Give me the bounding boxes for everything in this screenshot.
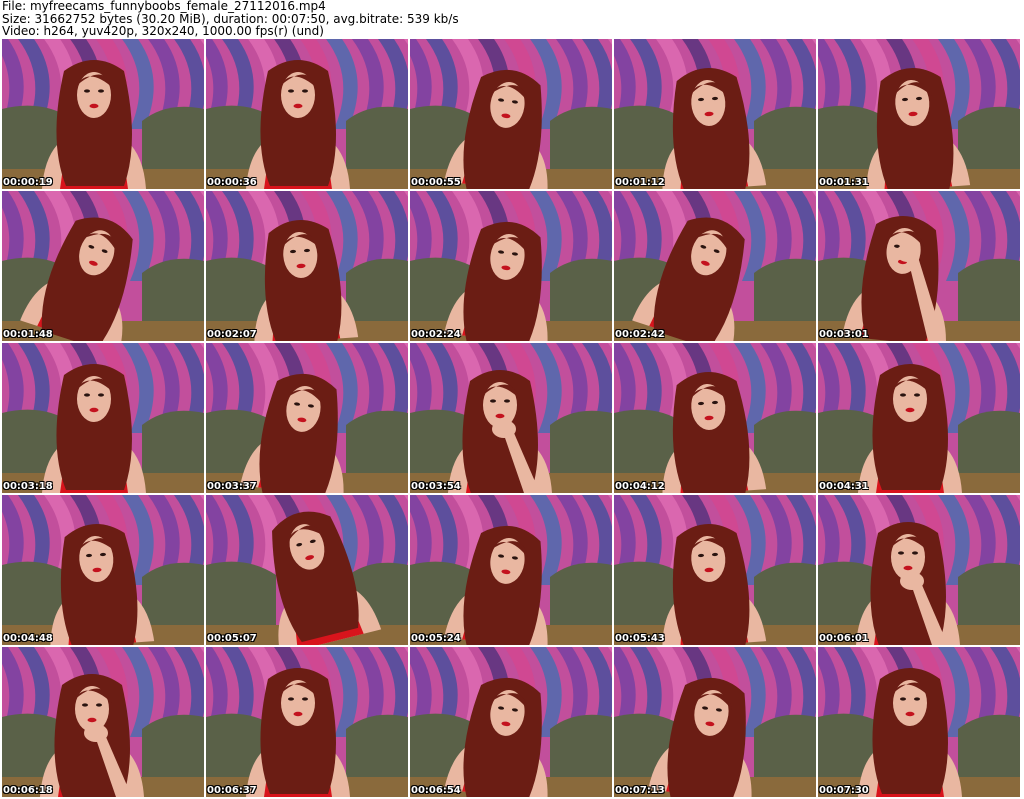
frame-image xyxy=(2,343,204,493)
video-thumbnail: 00:06:01 xyxy=(818,495,1020,645)
video-thumbnail: 00:04:31 xyxy=(818,343,1020,493)
frame-image xyxy=(2,191,204,341)
video-thumbnail: 00:01:48 xyxy=(2,191,204,341)
frame-image xyxy=(818,495,1020,645)
frame-image xyxy=(818,343,1020,493)
timestamp-label: 00:01:48 xyxy=(3,329,53,340)
timestamp-label: 00:04:12 xyxy=(615,481,665,492)
video-thumbnail: 00:01:12 xyxy=(614,39,816,189)
timestamp-label: 00:00:19 xyxy=(3,177,53,188)
frame-image xyxy=(614,39,816,189)
frame-image xyxy=(410,495,612,645)
video-thumbnail: 00:03:37 xyxy=(206,343,408,493)
video-thumbnail: 00:00:36 xyxy=(206,39,408,189)
frame-image xyxy=(2,495,204,645)
video-codec-line: Video: h264, yuv420p, 320x240, 1000.00 f… xyxy=(2,24,324,38)
frame-image xyxy=(2,39,204,189)
timestamp-label: 00:02:42 xyxy=(615,329,665,340)
timestamp-label: 00:03:18 xyxy=(3,481,53,492)
thumbnail-grid: 00:00:19 00:00:36 00:00:55 00:01:12 00:01:31… xyxy=(2,39,1022,799)
video-thumbnail: 00:03:18 xyxy=(2,343,204,493)
timestamp-label: 00:02:07 xyxy=(207,329,257,340)
timestamp-label: 00:05:24 xyxy=(411,633,461,644)
video-thumbnail: 00:05:24 xyxy=(410,495,612,645)
file-name-line: File: myfreecams_funnyboobs_female_27112… xyxy=(2,0,326,13)
frame-image xyxy=(206,191,408,341)
timestamp-label: 00:04:31 xyxy=(819,481,869,492)
frame-image xyxy=(410,39,612,189)
timestamp-label: 00:01:31 xyxy=(819,177,869,188)
video-thumbnail: 00:03:54 xyxy=(410,343,612,493)
timestamp-label: 00:06:37 xyxy=(207,785,257,796)
timestamp-label: 00:03:54 xyxy=(411,481,461,492)
video-thumbnail: 00:02:24 xyxy=(410,191,612,341)
timestamp-label: 00:05:43 xyxy=(615,633,665,644)
frame-image xyxy=(410,647,612,797)
timestamp-label: 00:06:54 xyxy=(411,785,461,796)
video-thumbnail: 00:07:13 xyxy=(614,647,816,797)
video-thumbnail: 00:02:42 xyxy=(614,191,816,341)
video-thumbnail: 00:00:55 xyxy=(410,39,612,189)
frame-image xyxy=(206,495,408,645)
timestamp-label: 00:06:18 xyxy=(3,785,53,796)
video-thumbnail: 00:07:30 xyxy=(818,647,1020,797)
timestamp-label: 00:02:24 xyxy=(411,329,461,340)
video-info-header: File: myfreecams_funnyboobs_female_27112… xyxy=(2,0,1020,38)
video-thumbnail: 00:02:07 xyxy=(206,191,408,341)
contact-sheet: File: myfreecams_funnyboobs_female_27112… xyxy=(0,0,1024,799)
frame-image xyxy=(614,495,816,645)
video-thumbnail: 00:06:54 xyxy=(410,647,612,797)
video-thumbnail: 00:05:07 xyxy=(206,495,408,645)
frame-image xyxy=(818,39,1020,189)
timestamp-label: 00:06:01 xyxy=(819,633,869,644)
frame-image xyxy=(818,191,1020,341)
frame-image xyxy=(206,647,408,797)
video-thumbnail: 00:05:43 xyxy=(614,495,816,645)
timestamp-label: 00:05:07 xyxy=(207,633,257,644)
frame-image xyxy=(818,647,1020,797)
timestamp-label: 00:00:55 xyxy=(411,177,461,188)
frame-image xyxy=(206,343,408,493)
timestamp-label: 00:00:36 xyxy=(207,177,257,188)
timestamp-label: 00:07:13 xyxy=(615,785,665,796)
video-thumbnail: 00:06:18 xyxy=(2,647,204,797)
frame-image xyxy=(614,191,816,341)
video-thumbnail: 00:03:01 xyxy=(818,191,1020,341)
timestamp-label: 00:03:01 xyxy=(819,329,869,340)
frame-image xyxy=(614,647,816,797)
video-thumbnail: 00:04:12 xyxy=(614,343,816,493)
video-thumbnail: 00:04:48 xyxy=(2,495,204,645)
video-thumbnail: 00:01:31 xyxy=(818,39,1020,189)
timestamp-label: 00:07:30 xyxy=(819,785,869,796)
frame-image xyxy=(410,343,612,493)
frame-image xyxy=(614,343,816,493)
timestamp-label: 00:03:37 xyxy=(207,481,257,492)
timestamp-label: 00:01:12 xyxy=(615,177,665,188)
frame-image xyxy=(2,647,204,797)
frame-image xyxy=(410,191,612,341)
video-thumbnail: 00:00:19 xyxy=(2,39,204,189)
frame-image xyxy=(206,39,408,189)
timestamp-label: 00:04:48 xyxy=(3,633,53,644)
video-thumbnail: 00:06:37 xyxy=(206,647,408,797)
